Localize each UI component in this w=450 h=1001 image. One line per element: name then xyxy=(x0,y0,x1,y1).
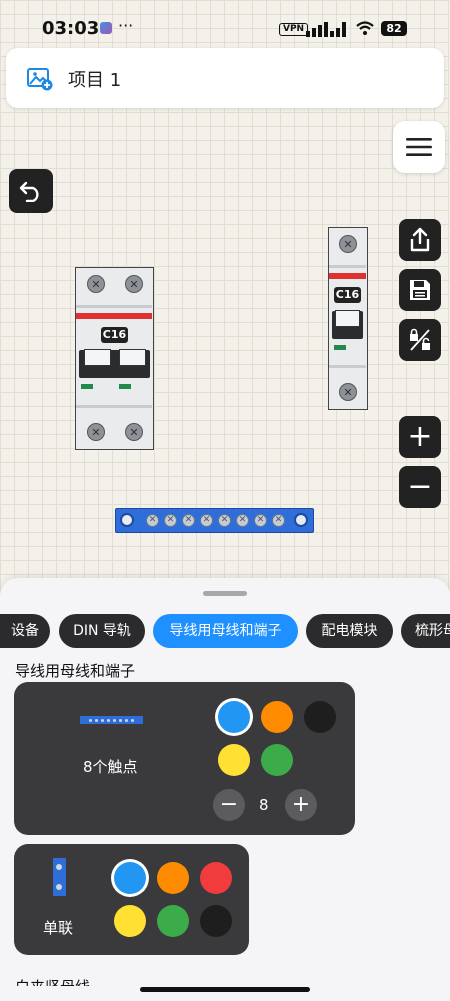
terminal-color-green[interactable] xyxy=(157,905,189,937)
status-more-indicator: ··· xyxy=(118,16,134,35)
tab-busbars-terminals[interactable]: 导线用母线和端子 xyxy=(153,614,298,648)
menu-button[interactable] xyxy=(393,121,445,173)
tab-comb-busbar[interactable]: 梳形母 xyxy=(401,614,450,648)
device-red-strip xyxy=(76,313,152,319)
screw-terminal: ✕ xyxy=(87,423,105,441)
screw-terminal: ✕ xyxy=(125,423,143,441)
undo-button[interactable] xyxy=(9,169,53,213)
busbar-contact: ✕ xyxy=(254,514,267,527)
save-button[interactable] xyxy=(399,269,441,311)
terminal-color-blue[interactable] xyxy=(114,862,146,894)
hamburger-menu-icon xyxy=(406,138,432,156)
color-swatch-orange[interactable] xyxy=(261,701,293,733)
busbar-contact: ✕ xyxy=(236,514,249,527)
screw-terminal: ✕ xyxy=(125,275,143,293)
terminal-type-label: 单联 xyxy=(43,919,74,937)
contact-count-value: 8 xyxy=(259,796,269,814)
wifi-icon xyxy=(356,21,374,35)
busbar-contacts: ✕ ✕ ✕ ✕ ✕ ✕ ✕ ✕ xyxy=(146,514,286,529)
breaker-double-pole[interactable]: ✕ ✕ C16 ✕ ✕ xyxy=(75,267,154,450)
color-swatch-green[interactable] xyxy=(261,744,293,776)
signal-icon xyxy=(306,22,346,37)
busbar-contact: ✕ xyxy=(182,514,195,527)
busbar-preview xyxy=(80,716,143,724)
share-icon xyxy=(410,227,430,252)
lock-toggle-button[interactable] xyxy=(399,319,441,361)
status-led xyxy=(119,384,131,389)
lock-toggle-icon xyxy=(410,328,430,351)
breaker-rating-label: C16 xyxy=(334,287,361,303)
terminal-color-red[interactable] xyxy=(200,862,232,894)
screw-terminal: ✕ xyxy=(339,383,357,401)
image-add-icon[interactable] xyxy=(27,67,53,91)
terminal-color-black[interactable] xyxy=(200,905,232,937)
undo-icon xyxy=(19,181,39,202)
save-icon xyxy=(410,280,430,300)
breaker-single-pole[interactable]: ✕ C16 ✕ xyxy=(328,227,368,410)
screw-terminal: ✕ xyxy=(339,235,357,253)
busbar-contact: ✕ xyxy=(272,514,285,527)
tab-distribution-modules[interactable]: 配电模块 xyxy=(306,614,393,648)
busbar-contact: ✕ xyxy=(146,514,159,527)
project-title: 项目 1 xyxy=(68,70,122,91)
terminal-color-yellow[interactable] xyxy=(114,905,146,937)
battery-indicator: 82 xyxy=(381,21,407,36)
terminal-color-orange[interactable] xyxy=(157,862,189,894)
device-top-strip xyxy=(329,265,366,268)
tab-devices[interactable]: 设备 xyxy=(0,614,50,648)
tab-din-rail[interactable]: DIN 导轨 xyxy=(59,614,145,648)
terminal-config-card[interactable] xyxy=(14,844,249,955)
sheet-grabber[interactable] xyxy=(203,591,247,596)
screw-terminal: ✕ xyxy=(87,275,105,293)
busbar-mount-hole xyxy=(294,513,308,527)
share-button[interactable] xyxy=(399,219,441,261)
busbar-contact-count-label: 8个触点 xyxy=(83,758,138,776)
next-section-title: 白夹竖母线 xyxy=(15,976,90,986)
breaker-rating-label: C16 xyxy=(101,327,128,343)
home-indicator[interactable] xyxy=(140,987,310,992)
app-notification-icon xyxy=(100,22,112,34)
decrease-contacts-button[interactable]: − xyxy=(213,789,245,821)
section-title: 导线用母线和端子 xyxy=(15,662,136,680)
busbar-mount-hole xyxy=(120,513,134,527)
color-swatch-black[interactable] xyxy=(304,701,336,733)
terminal-preview xyxy=(53,858,66,896)
terminal-busbar[interactable]: ✕ ✕ ✕ ✕ ✕ ✕ ✕ ✕ xyxy=(115,508,314,533)
status-time: 03:03 xyxy=(42,18,100,39)
busbar-contact: ✕ xyxy=(164,514,177,527)
device-top-strip xyxy=(76,305,152,308)
device-red-strip xyxy=(329,273,366,279)
vpn-badge: VPN xyxy=(279,23,309,36)
zoom-in-button[interactable]: + xyxy=(399,416,441,458)
status-led xyxy=(334,345,346,350)
breaker-toggle[interactable] xyxy=(332,310,363,339)
device-bottom-strip xyxy=(329,365,366,368)
increase-contacts-button[interactable]: + xyxy=(285,789,317,821)
breaker-toggle[interactable] xyxy=(79,349,150,378)
busbar-contact: ✕ xyxy=(200,514,213,527)
device-bottom-strip xyxy=(76,405,152,408)
color-swatch-yellow[interactable] xyxy=(218,744,250,776)
zoom-out-button[interactable]: − xyxy=(399,466,441,508)
color-swatch-blue[interactable] xyxy=(218,701,250,733)
status-led xyxy=(81,384,93,389)
busbar-contact: ✕ xyxy=(218,514,231,527)
